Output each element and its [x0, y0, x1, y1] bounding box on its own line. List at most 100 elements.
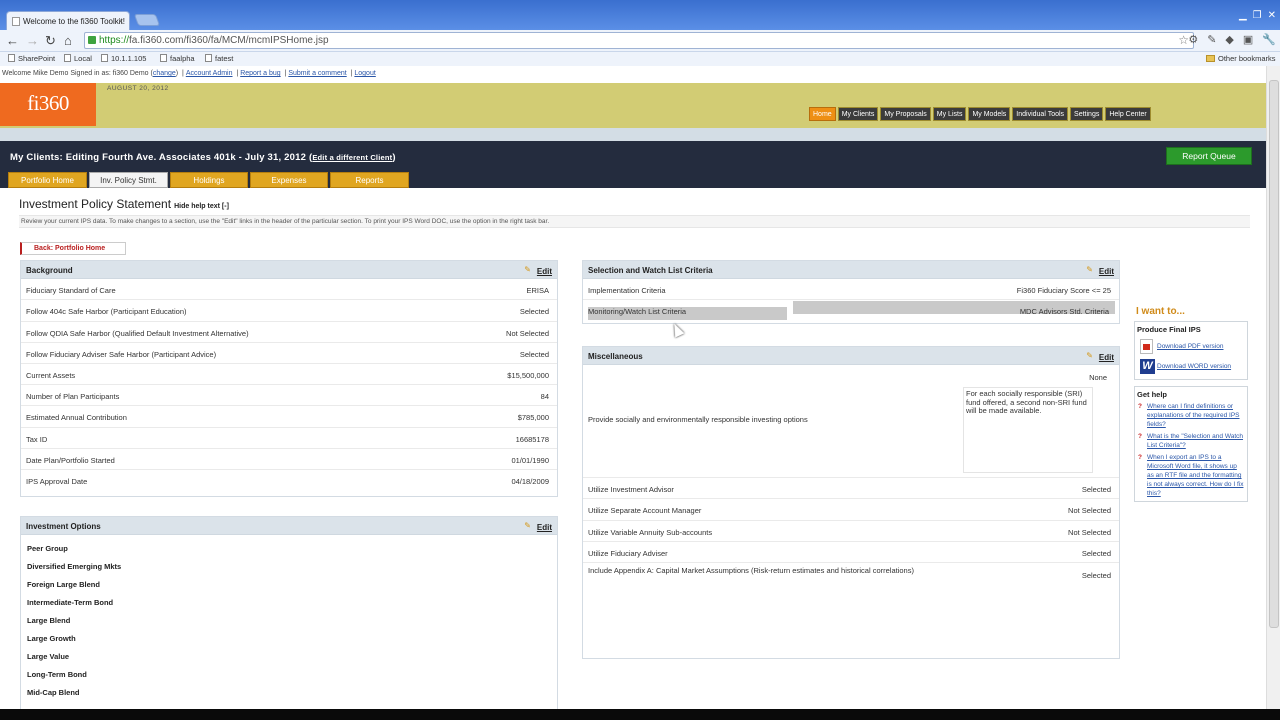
page-icon — [160, 54, 167, 62]
page-icon[interactable]: ▣ — [1243, 33, 1253, 46]
reload-icon[interactable]: ↻ — [45, 33, 56, 49]
bookmark-item[interactable]: SharePoint — [8, 52, 55, 66]
tab-portfolio-home[interactable]: Portfolio Home — [8, 172, 87, 188]
word-icon: W — [1140, 359, 1155, 374]
vertical-scrollbar[interactable] — [1266, 66, 1280, 709]
nav-my-models[interactable]: My Models — [968, 107, 1011, 121]
download-word-link[interactable]: W Download WORD version — [1135, 357, 1247, 377]
download-pdf-link[interactable]: Download PDF version — [1135, 337, 1247, 357]
back-portfolio-home-button[interactable]: Back: Portfolio Home — [20, 242, 126, 255]
hide-help-link[interactable]: Hide help text [-] — [174, 203, 229, 210]
panel-title: Selection and Watch List Criteria — [588, 266, 713, 275]
forward-icon[interactable]: → — [26, 33, 39, 49]
new-tab-button[interactable] — [133, 14, 161, 26]
nav-my-clients[interactable]: My Clients — [837, 107, 879, 121]
get-help-box: Get help ? Where can I find definitions o… — [1134, 386, 1248, 502]
extension-icon[interactable]: ◆ — [1225, 33, 1233, 46]
edit-investment-options-link[interactable]: Edit — [537, 523, 552, 532]
question-icon: ? — [1138, 454, 1142, 461]
scrollbar-thumb[interactable] — [1269, 80, 1279, 628]
question-icon: ? — [1138, 403, 1142, 410]
tab-holdings[interactable]: Holdings — [170, 172, 248, 188]
nav-individual-tools[interactable]: Individual Tools — [1012, 107, 1069, 121]
bookmarks-bar: SharePoint Local 10.1.1.105 faalpha fate… — [0, 52, 1280, 66]
tab-title: Welcome to the fi360 Toolkit! — [23, 17, 125, 26]
page-icon — [64, 54, 71, 62]
settings-icon[interactable]: ⚙ — [1188, 33, 1198, 46]
investment-option-item: Intermediate-Term Bond — [27, 598, 114, 607]
browser-tabstrip: Welcome to the fi360 Toolkit! × ▁ ❐ ✕ — [0, 0, 1280, 31]
edit-different-client-link[interactable]: Edit a different Client — [312, 153, 392, 162]
report-queue-button[interactable]: Report Queue — [1166, 147, 1252, 165]
nav-settings[interactable]: Settings — [1070, 107, 1104, 121]
welcome-bar: Welcome Mike Demo Signed in as: fi360 De… — [2, 70, 376, 77]
background-row: Tax ID 16685178 — [21, 428, 557, 449]
home-icon[interactable]: ⌂ — [64, 33, 72, 49]
background-row: Follow Fiduciary Adviser Safe Harbor (Pa… — [21, 343, 557, 364]
investment-option-item: Mid-Cap Blend — [27, 688, 80, 697]
investment-option-item: Peer Group — [27, 544, 68, 553]
tab-expenses[interactable]: Expenses — [250, 172, 328, 188]
background-row: Date Plan/Portfolio Started 01/01/1990 — [21, 449, 557, 470]
wrench-icon[interactable]: 🔧 — [1262, 33, 1276, 46]
submit-comment-link[interactable]: Submit a comment — [288, 70, 346, 77]
bookmark-item[interactable]: Local — [64, 52, 92, 66]
pencil-icon: ✎ — [524, 265, 531, 274]
panel-header: Investment Options ✎ Edit — [21, 517, 557, 535]
panel-title: Investment Options — [26, 522, 101, 531]
selection-criteria-panel: Selection and Watch List Criteria ✎ Edit… — [582, 260, 1120, 324]
investment-option-item: Large Growth — [27, 634, 76, 643]
minimize-icon[interactable]: ▁ — [1239, 10, 1247, 21]
investment-option-item: Large Blend — [27, 616, 71, 625]
pencil-icon: ✎ — [1086, 265, 1093, 274]
help-text: Review your current IPS data. To make ch… — [19, 215, 1250, 228]
report-bug-link[interactable]: Report a bug — [240, 70, 280, 77]
back-icon[interactable]: ← — [6, 33, 19, 49]
box-title: Produce Final IPS — [1137, 325, 1201, 334]
edit-misc-link[interactable]: Edit — [1099, 353, 1114, 362]
bookmark-item[interactable]: faalpha — [160, 52, 195, 66]
fi360-logo[interactable]: fi360 — [0, 83, 96, 126]
browser-tab[interactable]: Welcome to the fi360 Toolkit! × — [6, 11, 130, 31]
misc-row: Utilize Fiduciary Adviser Selected — [583, 542, 1119, 563]
account-admin-link[interactable]: Account Admin — [186, 70, 233, 77]
background-row: Fiduciary Standard of Care ERISA — [21, 279, 557, 300]
sri-note-textarea[interactable]: For each socially responsible (SRI) fund… — [963, 387, 1093, 473]
investment-option-item: Long-Term Bond — [27, 670, 87, 679]
logout-link[interactable]: Logout — [354, 70, 375, 77]
bookmark-item[interactable]: fatest — [205, 52, 233, 66]
other-bookmarks[interactable]: Other bookmarks — [1206, 52, 1276, 66]
box-title: Get help — [1137, 390, 1168, 399]
banner-date: AUGUST 20, 2012 — [107, 85, 169, 92]
tab-close-icon[interactable]: × — [118, 12, 123, 31]
site-banner: fi360 AUGUST 20, 2012 Home My Clients My… — [0, 83, 1266, 128]
misc-sri-row: Provide socially and environmentally res… — [583, 365, 1119, 478]
nav-my-proposals[interactable]: My Proposals — [880, 107, 931, 121]
close-window-icon[interactable]: ✕ — [1268, 10, 1276, 21]
restore-icon[interactable]: ❐ — [1253, 10, 1262, 21]
tab-inv-policy-stmt[interactable]: Inv. Policy Stmt. — [89, 172, 168, 188]
screen-bottom-edge — [0, 709, 1280, 720]
nav-my-lists[interactable]: My Lists — [932, 107, 967, 121]
help-question-link[interactable]: ? Where can I find definitions or explana… — [1135, 402, 1247, 429]
nav-home[interactable]: Home — [809, 107, 836, 121]
bookmark-item[interactable]: 10.1.1.105 — [101, 52, 146, 66]
change-link[interactable]: change — [153, 70, 176, 77]
produce-ips-box: Produce Final IPS Download PDF version W… — [1134, 321, 1248, 380]
extension-icon[interactable]: ✎ — [1207, 33, 1216, 46]
page-icon — [205, 54, 212, 62]
url-text: fa.fi360.com/fi360/fa/MCM/mcmIPSHome.jsp — [129, 35, 329, 46]
edit-background-link[interactable]: Edit — [537, 267, 552, 276]
client-subtabs: Portfolio Home Inv. Policy Stmt. Holding… — [8, 172, 409, 188]
task-sidebar: I want to... Produce Final IPS Download … — [1134, 306, 1248, 502]
client-title: My Clients: Editing Fourth Ave. Associat… — [10, 152, 396, 163]
web-page: Welcome Mike Demo Signed in as: fi360 De… — [0, 66, 1266, 709]
tab-reports[interactable]: Reports — [330, 172, 409, 188]
address-bar[interactable]: https://fa.fi360.com/fi360/fa/MCM/mcmIPS… — [84, 32, 1194, 49]
help-question-link[interactable]: ? What is the "Selection and Watch List C… — [1135, 432, 1247, 450]
misc-row: Utilize Separate Account Manager Not Sele… — [583, 499, 1119, 521]
background-row: Current Assets $15,500,000 — [21, 364, 557, 385]
help-question-link[interactable]: ? When I export an IPS to a Microsoft Wor… — [1135, 453, 1247, 498]
nav-help-center[interactable]: Help Center — [1105, 107, 1151, 121]
edit-selection-link[interactable]: Edit — [1099, 267, 1114, 276]
